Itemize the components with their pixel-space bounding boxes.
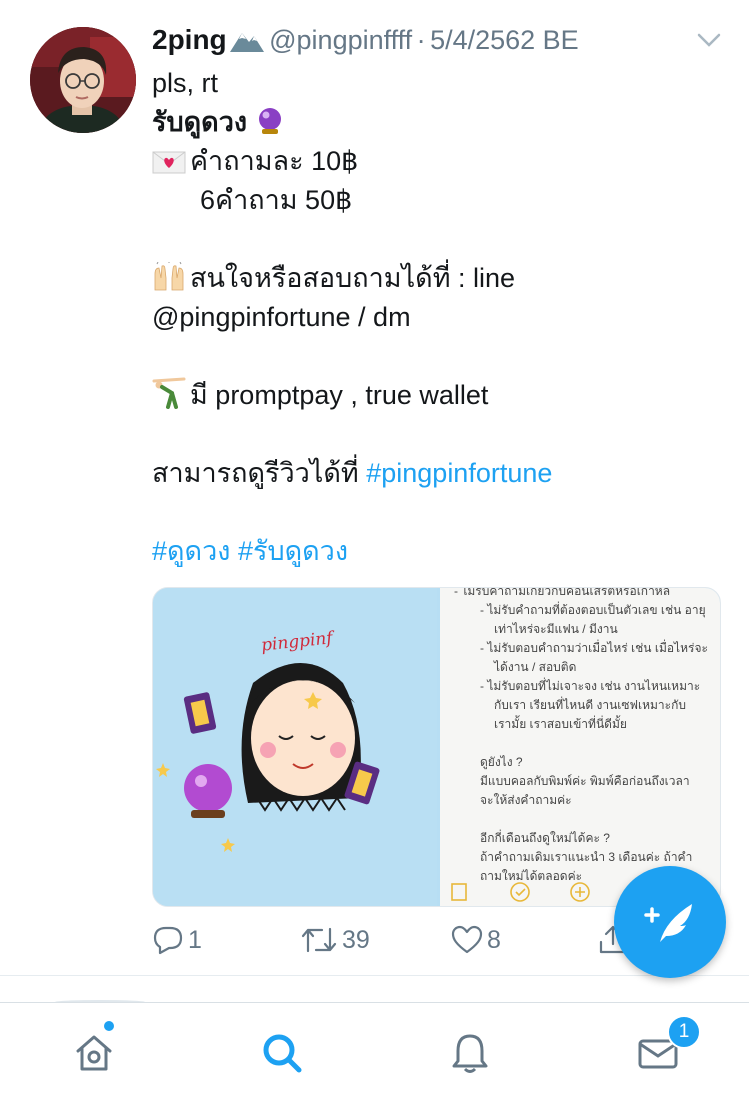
- note-line: เท่าไหร่จะมีแฟน / มีงาน: [494, 622, 618, 636]
- reply-count: 1: [188, 925, 202, 954]
- person-doing-cartwheel-icon: [152, 377, 186, 409]
- media-notes-screenshot[interactable]: - ไม่รับคำถามเกี่ยวกับคอนเสิร์ตหรือเกาหล…: [440, 588, 720, 906]
- tab-home[interactable]: [64, 1025, 124, 1081]
- trash-icon: [451, 883, 467, 901]
- notes-text: - ไม่รับคำถามเกี่ยวกับคอนเสิร์ตหรือเกาหล…: [454, 587, 716, 886]
- note-line: [454, 810, 716, 829]
- tweet-line: มี promptpay , true wallet: [152, 376, 732, 415]
- raised-hands-icon: [154, 262, 184, 291]
- tweet-line: สามารถดูรีวิวได้ที่ #pingpinfortune: [152, 458, 553, 488]
- note-line: - ไม่รับตอบคำถามว่าเมื่อไหร่ เช่น เมื่อไ…: [480, 641, 708, 655]
- retweet-icon: [301, 927, 337, 953]
- hashtag-link[interactable]: #รับดูดวง: [238, 536, 348, 566]
- like-count: 8: [487, 925, 501, 954]
- tweet-line: 6คำถาม 50฿: [200, 185, 353, 215]
- bottom-tab-bar: [0, 1002, 749, 1100]
- love-letter-icon: [152, 151, 186, 174]
- user-handle[interactable]: @pingpinffff: [269, 25, 412, 55]
- display-name[interactable]: 2ping: [152, 24, 227, 55]
- tweet-line: คำถามละ 10฿: [152, 142, 732, 181]
- check-icon: [510, 882, 530, 902]
- chevron-down-icon[interactable]: [696, 30, 722, 50]
- tweet-text: pls, rt รับดูดวง คำถามละ 10฿ 6คำถาม 50฿ …: [152, 64, 732, 571]
- note-line: ถ้าคำถามเดิมเราแนะนำ 3 เดือนค่ะ ถ้าคำ: [480, 850, 693, 864]
- search-icon: [263, 1034, 302, 1073]
- retweet-count: 39: [342, 925, 370, 954]
- hashtag-link[interactable]: #pingpinfortune: [366, 458, 552, 488]
- tweet-header: 2ping @pingpinffff · 5/4/2562 BE: [152, 24, 742, 64]
- crystal-ball-icon: [258, 108, 281, 134]
- tweet-line-bold: รับดูดวง: [152, 103, 732, 142]
- avatar-image: [30, 27, 136, 133]
- tweet-actions: 1 39 8: [152, 920, 652, 960]
- tweet-media[interactable]: pingpinf - ไม่รับคำถามเกี่ยวกับคอนเสิร์ต…: [152, 587, 721, 907]
- compose-tweet-button[interactable]: [614, 866, 726, 978]
- note-line: จะให้ส่งคำถามค่ะ: [480, 793, 572, 807]
- note-line: ได้งาน / สอบติด: [494, 660, 577, 674]
- hashtag-link[interactable]: #ดูดวง: [152, 536, 230, 566]
- heart-icon: [451, 925, 483, 954]
- reply-button[interactable]: 1: [152, 920, 202, 960]
- like-button[interactable]: 8: [451, 920, 501, 960]
- avatar[interactable]: [30, 27, 136, 133]
- bell-icon: [452, 1034, 488, 1073]
- reply-icon: [153, 926, 183, 955]
- tweet-date[interactable]: 5/4/2562 BE: [430, 25, 579, 55]
- home-new-content-dot: [104, 1021, 114, 1031]
- tweet-card[interactable]: 2ping @pingpinffff · 5/4/2562 BE pls, rt…: [0, 0, 749, 975]
- compose-quill-icon: [644, 904, 692, 942]
- note-line: มีแบบคอลกับพิมพ์ค่ะ พิมพ์คือก่อนถึงเวลา: [480, 774, 690, 788]
- tweet-line: pls, rt: [152, 68, 219, 98]
- note-line: กับเรา เรียนที่ไหนดี งานเซฟเหมาะกับ: [494, 698, 686, 712]
- tab-notifications[interactable]: [440, 1025, 500, 1081]
- media-illustration[interactable]: pingpinf: [153, 588, 437, 906]
- note-line: - ไม่รับคำถามที่ต้องตอบเป็นตัวเลข เช่น อ…: [480, 603, 706, 617]
- tweet-line: สนใจหรือสอบถามได้ที่ : line: [152, 259, 732, 298]
- tab-search[interactable]: [252, 1025, 312, 1081]
- note-line: - ไม่รับตอบที่ไม่เจาะจง เช่น งานไหนเหมาะ: [480, 679, 701, 693]
- note-line: ดูยังไง ?: [480, 755, 523, 769]
- note-line: [454, 734, 716, 753]
- separator-dot: ·: [416, 25, 426, 55]
- note-line: อีกกี่เดือนถึงดูใหม่ได้คะ ?: [480, 831, 610, 845]
- tweet-divider: [0, 975, 749, 976]
- tweet-line: #ดูดวง #รับดูดวง: [152, 532, 732, 571]
- home-icon: [76, 1035, 112, 1071]
- note-line: - ไม่รับคำถามเกี่ยวกับคอนเสิร์ตหรือเกาหล…: [454, 587, 671, 598]
- messages-badge: 1: [667, 1015, 701, 1049]
- tweet-line: @pingpinfortune / dm: [152, 302, 411, 332]
- retweet-button[interactable]: 39: [300, 920, 370, 960]
- mountain-icon: [229, 33, 264, 52]
- note-line: เรามั้ย เราสอบเข้าที่นี่ดีมั้ย: [494, 717, 627, 731]
